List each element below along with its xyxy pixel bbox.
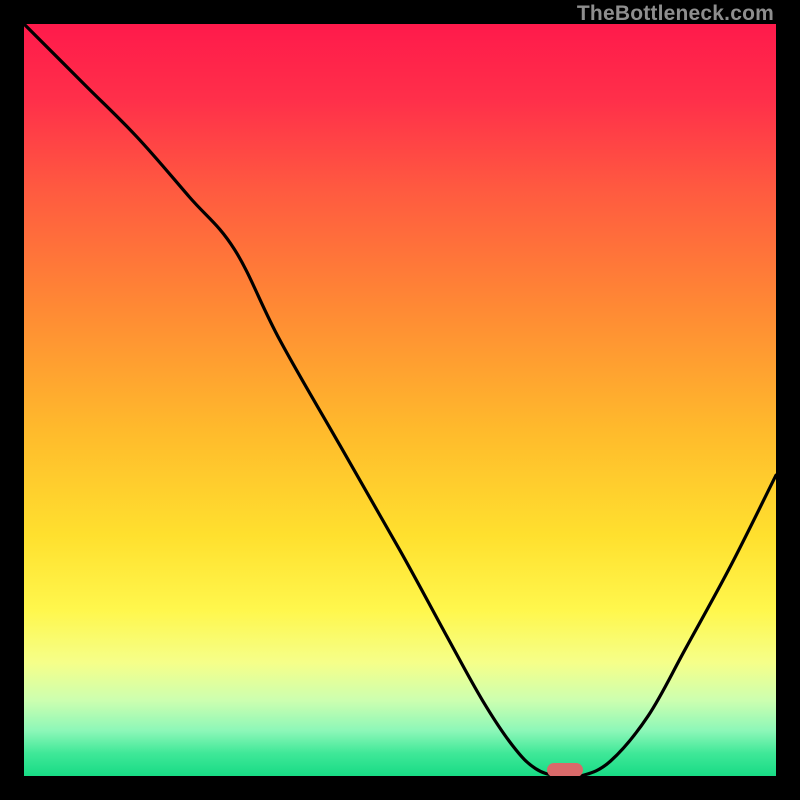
- optimal-marker: [547, 763, 583, 776]
- bottleneck-curve: [24, 24, 776, 776]
- chart-frame: TheBottleneck.com: [0, 0, 800, 800]
- watermark-text: TheBottleneck.com: [577, 2, 774, 26]
- plot-area: [24, 24, 776, 776]
